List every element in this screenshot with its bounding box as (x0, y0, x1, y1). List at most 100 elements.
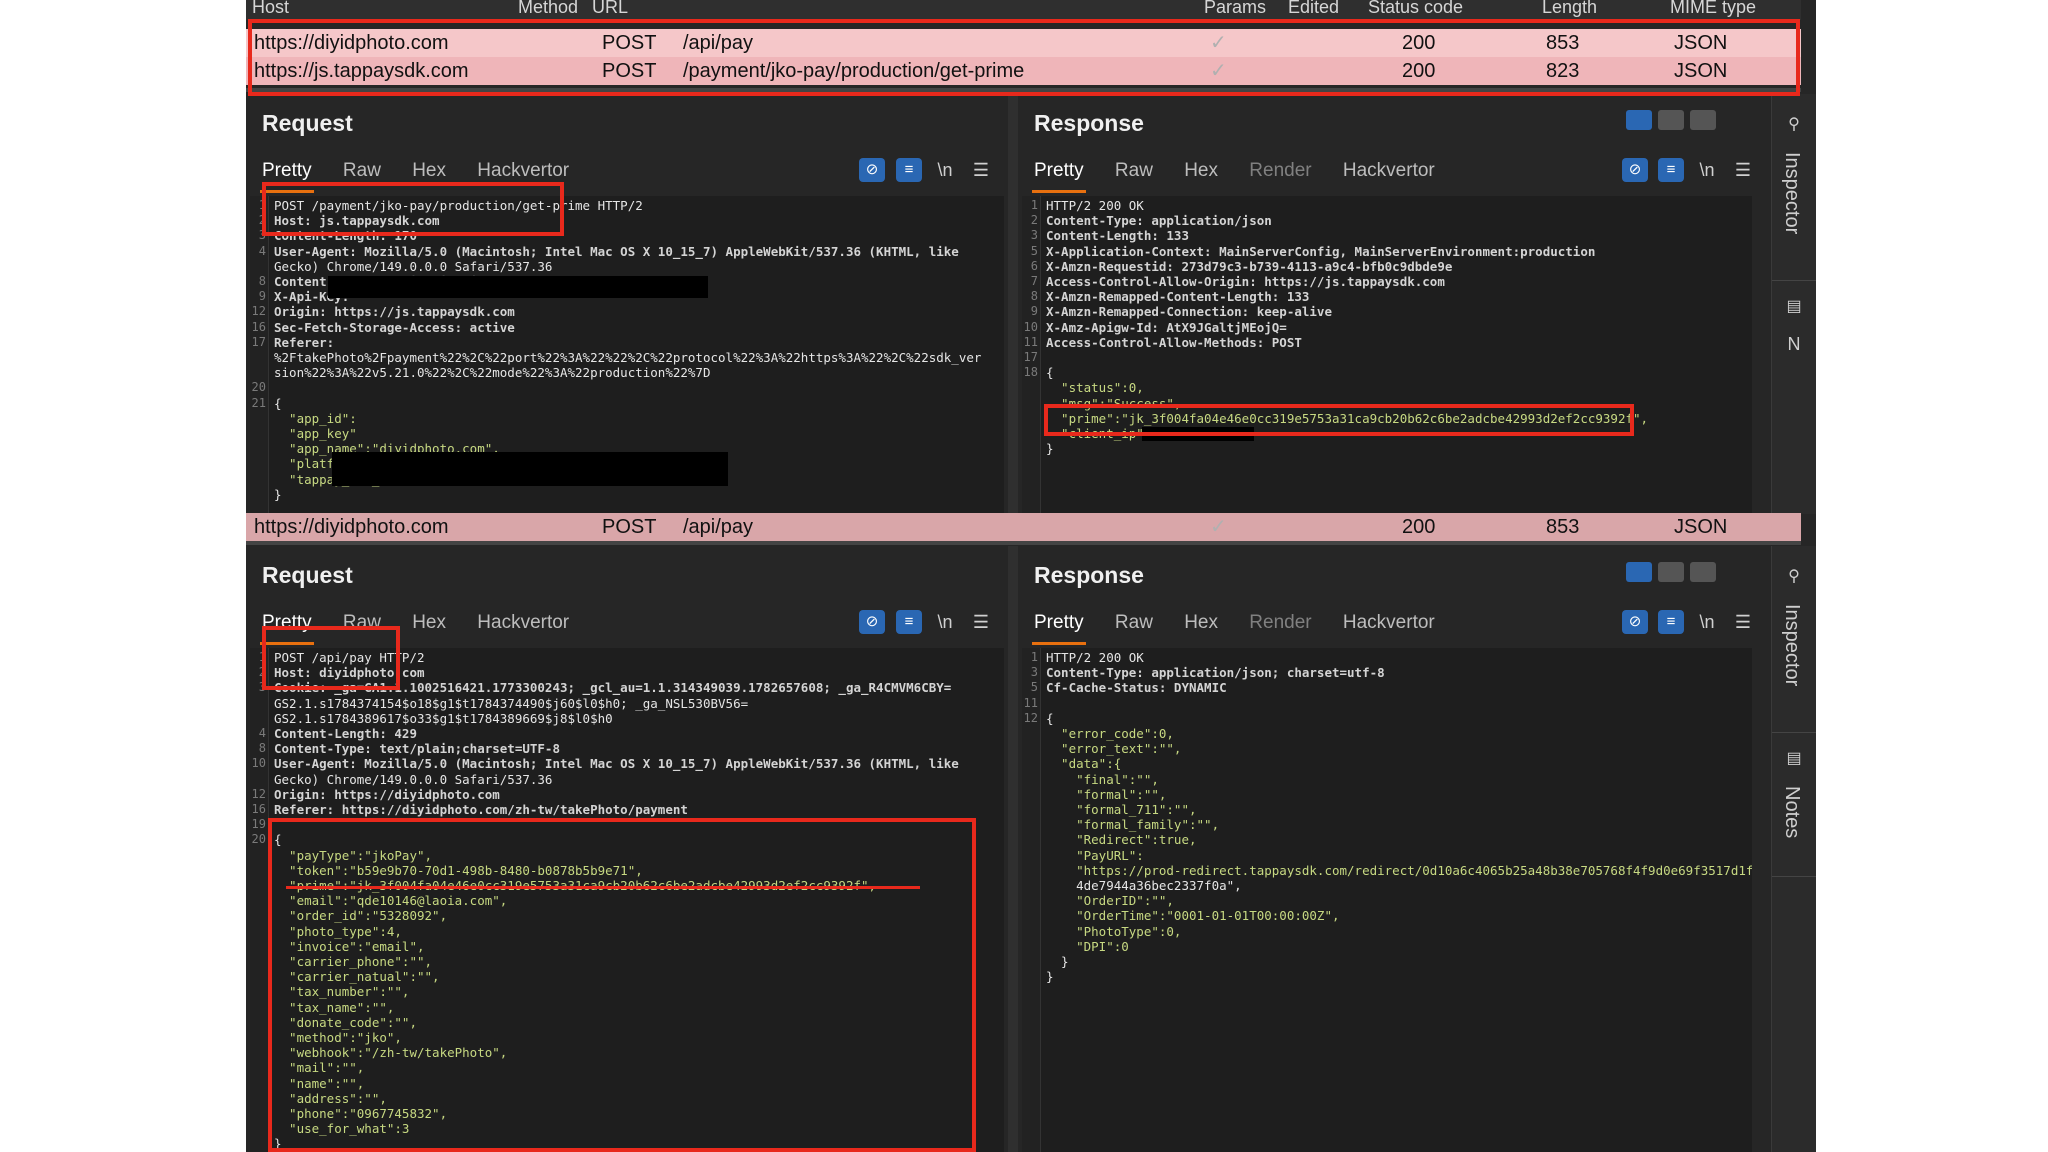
wrap-icon[interactable]: ≡ (1658, 158, 1684, 182)
tab-raw[interactable]: Raw (1115, 160, 1153, 181)
col-status[interactable]: Status code (1368, 0, 1463, 17)
code-line: "method":"jko", (274, 1030, 402, 1045)
row-mime: JSON (1674, 516, 1728, 538)
layout-stacked-icon[interactable] (1658, 110, 1684, 130)
code-line: "photo_type":4, (274, 923, 402, 939)
newline-icon[interactable]: \n (932, 610, 958, 634)
menu-icon[interactable]: ☰ (968, 158, 994, 182)
code-line: Gecko) Chrome/149.0.0.0 Safari/537.36 (274, 771, 553, 787)
layout-stacked-icon[interactable] (1658, 562, 1684, 582)
wrap-icon[interactable]: ≡ (1658, 610, 1684, 634)
code-line: "error_text":"", (1046, 741, 1182, 757)
tab-pretty[interactable]: Pretty (1034, 160, 1084, 181)
code-line: } (1046, 969, 1054, 985)
line-number: 17 (251, 334, 266, 349)
hide-icon[interactable]: ⊘ (1622, 610, 1648, 634)
request-title: Request (262, 110, 353, 136)
vertical-splitter[interactable] (1008, 94, 1018, 514)
line-number: 3 (1030, 665, 1038, 680)
request-editor[interactable]: 1 POST /payment/jko-pay/production/get-pr… (250, 196, 1004, 514)
line-number: 5 (1030, 680, 1038, 695)
col-params[interactable]: Params (1204, 0, 1266, 17)
menu-icon[interactable]: ☰ (1730, 158, 1756, 182)
tab-raw[interactable]: Raw (343, 160, 381, 181)
tab-hex[interactable]: Hex (1184, 160, 1218, 181)
col-host[interactable]: Host (252, 0, 289, 17)
layout-single-icon[interactable] (1690, 110, 1716, 130)
tab-pretty[interactable]: Pretty (262, 612, 312, 633)
response-editor[interactable]: 1 HTTP/2 200 OK 3 Content-Type: application… (1022, 648, 1752, 1152)
inspector-icon[interactable]: ⚲ (1784, 566, 1804, 586)
row-status: 200 (1402, 32, 1436, 54)
tab-hackvertor[interactable]: Hackvertor (1343, 160, 1435, 181)
tab-hackvertor[interactable]: Hackvertor (477, 160, 569, 181)
code-line: "app_id": (274, 410, 357, 426)
history-row[interactable]: https://js.tappaysdk.com POST /payment/j… (246, 57, 1801, 85)
layout-single-icon[interactable] (1690, 562, 1716, 582)
history-row-selected[interactable]: https://diyidphoto.com POST /api/pay ✓ 2… (246, 513, 1801, 541)
code-line: "formal":"", (1046, 786, 1167, 802)
newline-icon[interactable]: \n (1694, 610, 1720, 634)
bottom-response-pane: Response Pretty Raw Hex Render Hackverto… (1018, 546, 1756, 1152)
splitter[interactable] (246, 541, 1801, 545)
wrap-icon[interactable]: ≡ (896, 610, 922, 634)
wrap-icon[interactable]: ≡ (896, 158, 922, 182)
code-line: "mail":"", (274, 1060, 365, 1076)
tab-hackvertor[interactable]: Hackvertor (1343, 612, 1435, 633)
newline-icon[interactable]: \n (932, 158, 958, 182)
response-editor[interactable]: 1 HTTP/2 200 OK 2 Content-Type: application… (1022, 196, 1752, 514)
vertical-splitter[interactable] (1008, 546, 1018, 1152)
menu-icon[interactable]: ☰ (968, 610, 994, 634)
layout-split-icon[interactable] (1626, 562, 1652, 582)
code-line: "status":0, (1046, 380, 1144, 396)
tab-hex[interactable]: Hex (412, 612, 446, 633)
notes-icon[interactable]: ▤ (1784, 748, 1804, 768)
hide-icon[interactable]: ⊘ (859, 610, 885, 634)
request-title: Request (262, 562, 353, 588)
line-number: 8 (1030, 289, 1038, 304)
tab-hex[interactable]: Hex (412, 160, 446, 181)
redaction (332, 452, 728, 486)
menu-icon[interactable]: ☰ (1730, 610, 1756, 634)
code-line: User-Agent: Mozilla/5.0 (Macintosh; Inte… (274, 756, 959, 772)
sidebar-divider (1772, 280, 1816, 281)
hide-icon[interactable]: ⊘ (1622, 158, 1648, 182)
line-number: 2 (258, 213, 266, 228)
notes-icon[interactable]: ▤ (1784, 296, 1804, 316)
inspector-icon[interactable]: ⚲ (1784, 114, 1804, 134)
col-method[interactable]: Method (518, 0, 578, 17)
notes-tab[interactable]: Notes (1780, 786, 1803, 838)
tab-pretty[interactable]: Pretty (1034, 612, 1084, 633)
notes-tab-partial[interactable]: N (1784, 334, 1804, 354)
inspector-tab[interactable]: Inspector (1780, 152, 1803, 234)
sidebar-divider (1772, 732, 1816, 733)
row-length: 853 (1546, 32, 1580, 54)
tab-render[interactable]: Render (1249, 160, 1311, 181)
col-url[interactable]: URL (592, 0, 628, 17)
tab-raw[interactable]: Raw (343, 612, 381, 633)
code-line: "DPI":0 (1046, 938, 1129, 954)
newline-icon[interactable]: \n (1694, 158, 1720, 182)
col-mime[interactable]: MIME type (1670, 0, 1756, 17)
hide-icon[interactable]: ⊘ (859, 158, 885, 182)
inspector-tab[interactable]: Inspector (1780, 604, 1803, 686)
tab-raw[interactable]: Raw (1115, 612, 1153, 633)
tab-hex[interactable]: Hex (1184, 612, 1218, 633)
code-line: Referer: (274, 334, 335, 350)
tab-hackvertor[interactable]: Hackvertor (477, 612, 569, 633)
code-line: "app_key" (274, 426, 357, 441)
col-length[interactable]: Length (1542, 0, 1597, 17)
redaction (328, 276, 708, 298)
code-line: } (274, 486, 282, 502)
col-edited[interactable]: Edited (1288, 0, 1339, 17)
splitter[interactable] (246, 88, 1801, 92)
row-url: /payment/jko-pay/production/get-prime (683, 60, 1025, 82)
line-number: 18 (1023, 365, 1038, 380)
row-length: 823 (1546, 60, 1580, 82)
layout-split-icon[interactable] (1626, 110, 1652, 130)
request-editor[interactable]: 1 POST /api/pay HTTP/2 2 Host: diyidphoto.c… (250, 648, 1004, 1152)
history-row[interactable]: https://diyidphoto.com POST /api/pay ✓ 2… (246, 29, 1801, 57)
tab-render[interactable]: Render (1249, 612, 1311, 633)
code-line: } (274, 1136, 282, 1152)
tab-pretty[interactable]: Pretty (262, 160, 312, 181)
